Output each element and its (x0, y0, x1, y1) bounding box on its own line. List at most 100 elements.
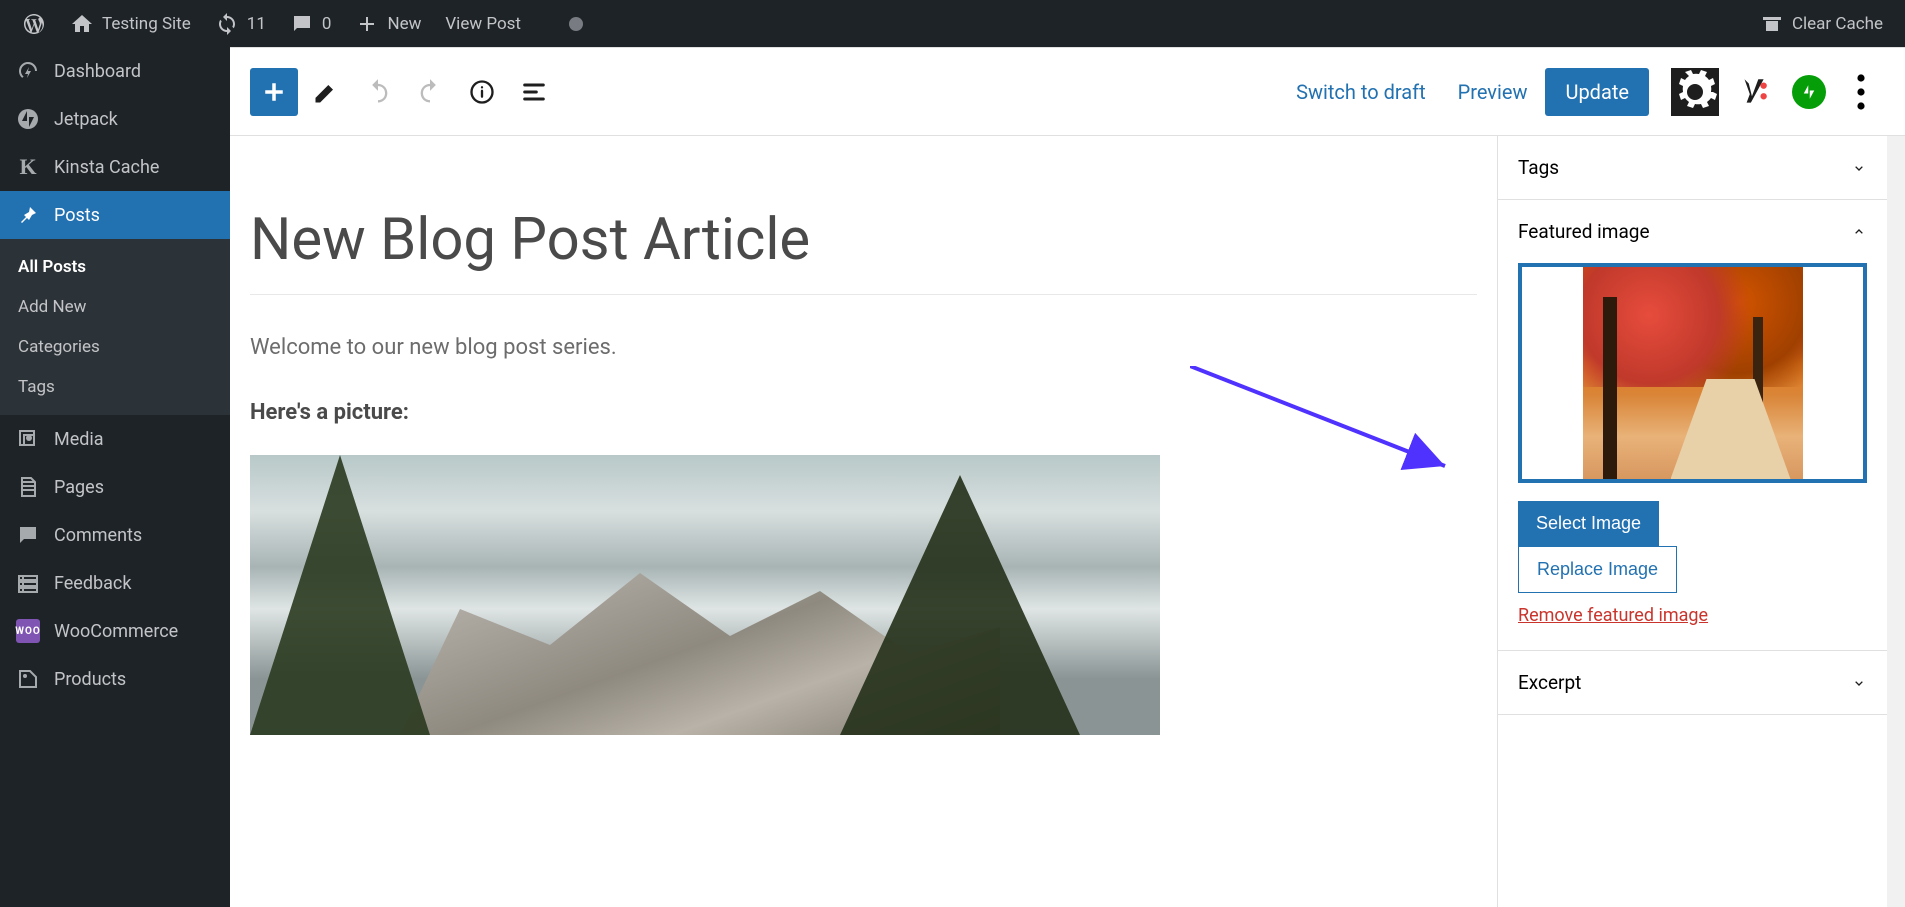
panel-title: Tags (1518, 156, 1559, 179)
kebab-icon (1837, 68, 1885, 116)
sidebar-item-dashboard[interactable]: Dashboard (0, 47, 230, 95)
excerpt-panel-toggle[interactable]: Excerpt (1498, 651, 1887, 714)
sidebar-item-label: Media (54, 429, 104, 450)
sidebar-item-feedback[interactable]: Feedback (0, 559, 230, 607)
cache-icon (1760, 12, 1784, 36)
yoast-adminbar[interactable] (533, 12, 557, 36)
dot-icon (569, 17, 583, 31)
sidebar-item-kinsta[interactable]: K Kinsta Cache (0, 143, 230, 191)
sidebar-item-label: Comments (54, 525, 142, 546)
switch-to-draft-link[interactable]: Switch to draft (1282, 70, 1440, 114)
yoast-icon (1736, 75, 1770, 109)
sidebar-item-media[interactable]: Media (0, 415, 230, 463)
admin-sidebar: Dashboard Jetpack K Kinsta Cache Posts A… (0, 47, 230, 907)
tools-button[interactable] (302, 68, 350, 116)
image-block[interactable] (250, 455, 1160, 735)
woocommerce-icon: WOO (16, 619, 40, 643)
paragraph-block[interactable]: Welcome to our new blog post series. (250, 335, 1477, 360)
status-dot[interactable] (557, 0, 595, 47)
updates-icon (215, 12, 239, 36)
preview-link[interactable]: Preview (1444, 70, 1542, 114)
updates-link[interactable]: 11 (203, 0, 278, 47)
plus-icon (260, 78, 288, 106)
submenu-item-tags[interactable]: Tags (0, 367, 230, 407)
jetpack-button[interactable] (1785, 68, 1833, 116)
sidebar-item-label: Pages (54, 477, 104, 498)
remove-featured-image-link[interactable]: Remove featured image (1518, 605, 1708, 626)
submenu-item-add-new[interactable]: Add New (0, 287, 230, 327)
post-title[interactable]: New Blog Post Article (250, 186, 1477, 295)
sidebar-item-label: Feedback (54, 573, 131, 594)
settings-sidebar: Tags Featured image (1497, 136, 1887, 907)
submenu-label: Add New (18, 297, 86, 317)
sidebar-item-jetpack[interactable]: Jetpack (0, 95, 230, 143)
submenu-label: Categories (18, 337, 100, 357)
submenu-item-all-posts[interactable]: All Posts (0, 247, 230, 287)
sidebar-item-posts[interactable]: Posts (0, 191, 230, 239)
page-scrollbar[interactable] (1887, 136, 1905, 907)
sidebar-item-woocommerce[interactable]: WOO WooCommerce (0, 607, 230, 655)
editor-canvas[interactable]: New Blog Post Article Welcome to our new… (230, 136, 1497, 907)
media-icon (16, 427, 40, 451)
submenu-label: Tags (18, 377, 55, 397)
undo-button[interactable] (354, 68, 402, 116)
annotation-arrow (1190, 366, 1470, 496)
clear-cache-link[interactable]: Clear Cache (1748, 0, 1895, 47)
gear-icon (1671, 68, 1719, 116)
panel-title: Featured image (1518, 220, 1650, 243)
editor-toolbar: Switch to draft Preview Update (230, 48, 1905, 136)
details-button[interactable] (458, 68, 506, 116)
home-icon (70, 12, 94, 36)
replace-image-button[interactable]: Replace Image (1518, 546, 1677, 593)
posts-submenu: All Posts Add New Categories Tags (0, 239, 230, 415)
site-name-text: Testing Site (102, 14, 191, 34)
comments-icon (290, 12, 314, 36)
more-options-button[interactable] (1837, 68, 1885, 116)
comments-menu-icon (16, 523, 40, 547)
wp-admin-bar: Testing Site 11 0 New View Post Clear Ca… (0, 0, 1905, 47)
jetpack-circle-icon (1792, 75, 1826, 109)
new-content-link[interactable]: New (343, 0, 433, 47)
submenu-label: All Posts (18, 257, 86, 277)
updates-count: 11 (247, 14, 266, 34)
heading-block[interactable]: Here's a picture: (250, 400, 1477, 425)
view-post-link[interactable]: View Post (433, 0, 533, 47)
site-name-link[interactable]: Testing Site (58, 0, 203, 47)
sidebar-item-products[interactable]: Products (0, 655, 230, 703)
gauge-icon (16, 59, 40, 83)
kinsta-icon: K (16, 155, 40, 179)
yoast-button[interactable] (1729, 68, 1777, 116)
sidebar-item-label: WooCommerce (54, 621, 178, 642)
panel-title: Excerpt (1518, 671, 1581, 694)
featured-image-thumbnail[interactable] (1518, 263, 1867, 483)
plus-icon (355, 12, 379, 36)
pages-icon (16, 475, 40, 499)
clear-cache-label: Clear Cache (1792, 14, 1883, 34)
excerpt-panel: Excerpt (1498, 651, 1887, 715)
sidebar-item-label: Kinsta Cache (54, 157, 159, 178)
featured-image-panel-toggle[interactable]: Featured image (1498, 200, 1887, 263)
select-image-button[interactable]: Select Image (1518, 501, 1659, 546)
submenu-item-categories[interactable]: Categories (0, 327, 230, 367)
view-post-label: View Post (445, 14, 521, 34)
update-button[interactable]: Update (1545, 68, 1649, 116)
chevron-down-icon (1851, 160, 1867, 176)
sidebar-item-comments[interactable]: Comments (0, 511, 230, 559)
outline-button[interactable] (510, 68, 558, 116)
wp-logo[interactable] (10, 0, 58, 47)
sidebar-item-label: Posts (54, 205, 100, 226)
tags-panel-toggle[interactable]: Tags (1498, 136, 1887, 199)
redo-button[interactable] (406, 68, 454, 116)
comments-link[interactable]: 0 (278, 0, 344, 47)
pencil-icon (312, 78, 340, 106)
chevron-down-icon (1851, 675, 1867, 691)
redo-icon (416, 78, 444, 106)
new-label: New (387, 14, 421, 34)
add-block-button[interactable] (250, 68, 298, 116)
info-icon (468, 78, 496, 106)
settings-button[interactable] (1671, 68, 1719, 116)
sidebar-item-label: Dashboard (54, 61, 141, 82)
featured-image-panel: Featured image (1498, 200, 1887, 651)
sidebar-item-pages[interactable]: Pages (0, 463, 230, 511)
featured-image-preview (1583, 267, 1803, 479)
